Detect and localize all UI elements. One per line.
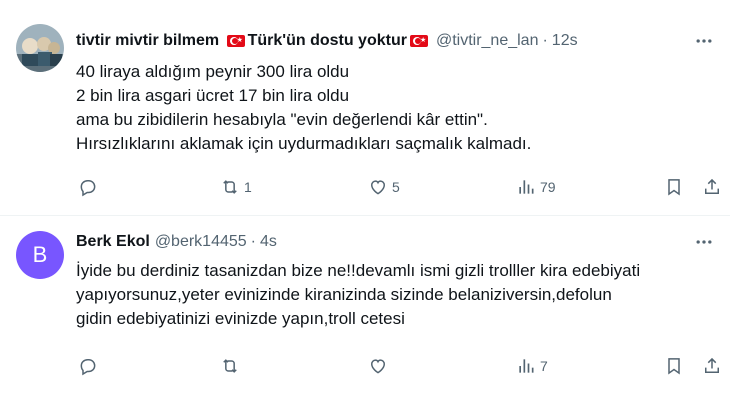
timestamp[interactable]: 4s [260, 233, 277, 251]
share-button[interactable] [702, 353, 722, 379]
tweet-actions: 1 5 79 [76, 174, 719, 200]
tweet-text-line: gidin edebiyatinizi evinizde yapın,troll… [76, 309, 405, 328]
display-name[interactable]: tivtir mivtir bilmem ★ Türk'ün dostu yokt… [76, 32, 431, 50]
retweet-button[interactable]: 1 [220, 174, 252, 200]
display-name-part-1: tivtir mivtir bilmem [76, 32, 224, 49]
more-horizontal-icon[interactable] [692, 29, 716, 53]
views-icon [519, 180, 534, 194]
bookmark-icon [668, 358, 680, 375]
reply-button[interactable] [78, 174, 102, 200]
user-handle[interactable]: @berk14455 [155, 233, 247, 251]
user-handle[interactable]: @tivtir_ne_lan [436, 32, 539, 50]
like-button[interactable] [368, 353, 392, 379]
share-icon [705, 357, 719, 373]
reply-icon [80, 359, 96, 376]
turkey-flag-icon: ★ [409, 34, 428, 47]
views-count: 79 [540, 179, 556, 195]
tweet-text: 40 liraya aldığım peynir 300 lira oldu 2… [76, 60, 710, 156]
retweet-count: 1 [244, 179, 252, 195]
tweet-1[interactable]: tivtir mivtir bilmem ★ Türk'ün dostu yokt… [0, 0, 730, 216]
share-button[interactable] [702, 174, 722, 200]
retweet-button[interactable] [220, 353, 244, 379]
avatar[interactable]: B [16, 231, 64, 279]
heart-icon [370, 180, 386, 195]
display-name[interactable]: Berk Ekol [76, 233, 150, 251]
views-icon [519, 359, 534, 373]
tweet-text-line: İyide bu derdiniz tasanizdan bize ne!!de… [76, 261, 641, 280]
tweet-text-line: Hırsızlıklarını aklamak için uydurmadıkl… [76, 134, 532, 153]
like-button[interactable]: 5 [368, 174, 400, 200]
separator-dot: · [542, 32, 548, 49]
views-button[interactable]: 7 [516, 353, 548, 379]
tweet-text-line: 40 liraya aldığım peynir 300 lira oldu [76, 62, 350, 81]
share-icon [705, 178, 719, 194]
tweet-text-line: 2 bin lira asgari ücret 17 bin lira oldu [76, 86, 350, 105]
display-name-part-2: Türk'ün dostu yoktur [247, 32, 407, 49]
turkey-flag-icon: ★ [226, 34, 245, 47]
views-button[interactable]: 79 [516, 174, 556, 200]
bookmark-button[interactable] [664, 174, 684, 200]
avatar-image [16, 24, 64, 72]
reply-icon [80, 180, 96, 197]
tweet-text-line: yapıyorsunuz,yeter evinizinde kiranizind… [76, 285, 612, 304]
bookmark-button[interactable] [664, 353, 684, 379]
avatar[interactable] [16, 24, 64, 72]
tweet-header: tivtir mivtir bilmem ★ Türk'ün dostu yokt… [76, 30, 670, 52]
tweet-header: Berk Ekol @berk14455 · 4s [76, 231, 670, 253]
retweet-icon [223, 180, 237, 194]
retweet-icon [223, 359, 237, 373]
views-count: 7 [540, 358, 548, 374]
bookmark-icon [668, 179, 680, 196]
more-horizontal-icon[interactable] [692, 230, 716, 254]
tweet-actions: 7 [76, 353, 719, 379]
like-count: 5 [392, 179, 400, 195]
tweet-text: İyide bu derdiniz tasanizdan bize ne!!de… [76, 259, 710, 331]
avatar-letter: B [32, 242, 48, 267]
separator-dot: · [250, 233, 256, 250]
heart-icon [370, 359, 386, 374]
tweet-text-line: ama bu zibidilerin hesabıyla "evin değer… [76, 110, 488, 129]
tweet-2[interactable]: B Berk Ekol @berk14455 · 4s İyide bu der… [0, 217, 730, 420]
reply-button[interactable] [78, 353, 102, 379]
timestamp[interactable]: 12s [552, 32, 578, 50]
